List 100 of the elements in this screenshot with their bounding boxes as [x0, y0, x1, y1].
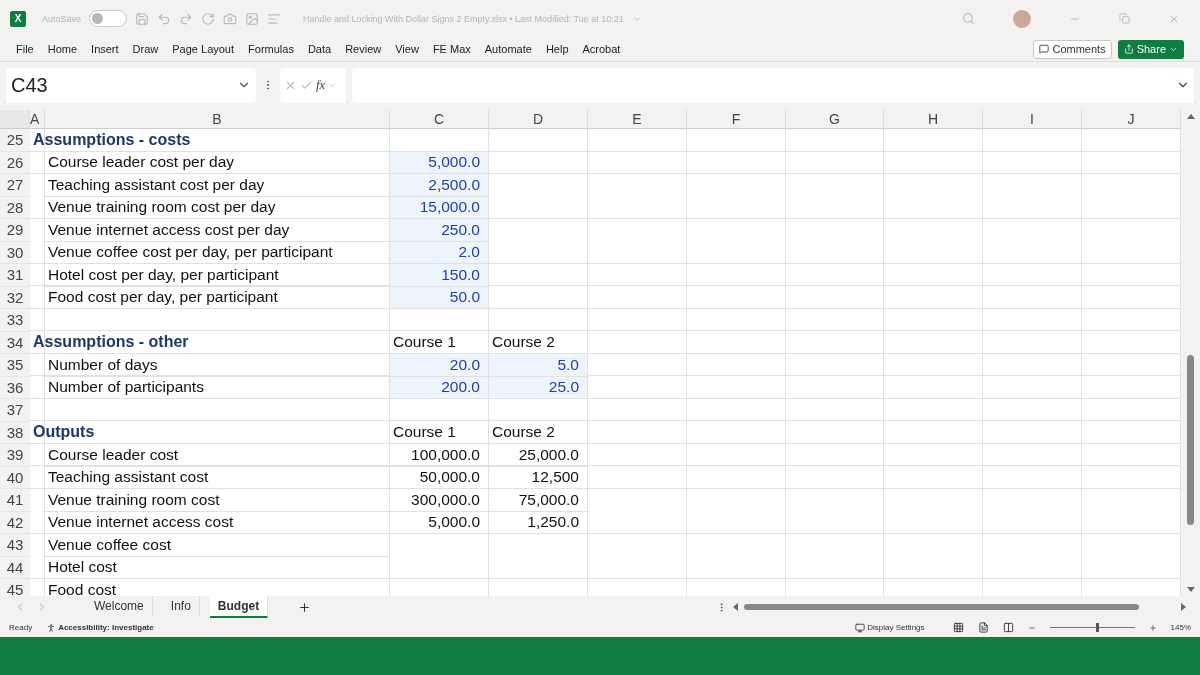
scroll-left-icon[interactable] — [733, 603, 738, 611]
redo-icon[interactable] — [179, 11, 194, 26]
row-header[interactable]: 30 — [0, 241, 30, 264]
row-label: Teaching assistant cost — [45, 466, 390, 489]
refresh-icon[interactable] — [201, 11, 216, 26]
row-header[interactable]: 28 — [0, 196, 30, 219]
comments-button[interactable]: Comments — [1033, 39, 1112, 59]
autosave-toggle[interactable] — [89, 10, 128, 27]
table-cell: 25,000.0 — [489, 444, 588, 467]
row-label: Number of days — [45, 354, 390, 377]
ribbon-tab[interactable]: Acrobat — [582, 43, 621, 55]
row-header[interactable]: 41 — [0, 489, 30, 512]
zoom-in-icon[interactable] — [1148, 623, 1157, 632]
row-header[interactable]: 39 — [0, 444, 30, 467]
ribbon-tab[interactable]: Home — [47, 43, 78, 55]
input-cell: 5,000.0 — [390, 151, 489, 174]
input-cell: 2,500.0 — [390, 174, 489, 197]
page-layout-icon[interactable] — [977, 622, 989, 633]
ribbon-tab[interactable]: Review — [345, 43, 382, 55]
row-header[interactable]: 34 — [0, 331, 30, 354]
row-header[interactable]: 44 — [0, 556, 30, 579]
row-header[interactable]: 37 — [0, 399, 30, 422]
row-header[interactable]: 38 — [0, 421, 30, 444]
input-cell: 150.0 — [390, 264, 489, 287]
page-break-icon[interactable] — [1002, 622, 1014, 633]
sheet-tab[interactable]: Budget — [209, 596, 269, 618]
ribbon-tab[interactable]: FE Max — [432, 43, 471, 55]
row-label: Hotel cost per day, per participant — [45, 264, 390, 287]
ribbon-tab[interactable]: Formulas — [248, 43, 294, 55]
insert-function-button[interactable]: fx — [316, 77, 326, 93]
save-icon[interactable] — [135, 11, 150, 26]
row-header[interactable]: 29 — [0, 219, 30, 242]
vertical-scrollbar[interactable] — [1187, 355, 1194, 525]
input-cell: 50.0 — [390, 286, 489, 309]
input-cell: 15,000.0 — [390, 196, 489, 219]
restore-icon[interactable] — [1119, 13, 1130, 24]
select-all-corner[interactable] — [0, 110, 30, 129]
row-header[interactable]: 35 — [0, 354, 30, 377]
ribbon-tab[interactable]: Help — [545, 43, 569, 55]
ribbon-tab[interactable]: Automate — [484, 43, 532, 55]
camera-icon[interactable] — [223, 11, 238, 26]
share-button[interactable]: Share — [1117, 39, 1184, 59]
row-header[interactable]: 32 — [0, 286, 30, 309]
ribbon-tab[interactable]: File — [16, 43, 34, 55]
row-header[interactable]: 27 — [0, 174, 30, 197]
column-header[interactable]: A — [30, 110, 45, 129]
column-header[interactable]: J — [1082, 110, 1181, 129]
column-header[interactable]: F — [687, 110, 786, 129]
row-header[interactable]: 31 — [0, 264, 30, 287]
formula-field[interactable] — [352, 67, 1194, 103]
zoom-level: 145% — [1170, 623, 1191, 632]
scroll-down-icon[interactable] — [1186, 587, 1195, 592]
column-header[interactable]: B — [45, 110, 390, 129]
undo-icon[interactable] — [157, 11, 172, 26]
comment-icon — [1039, 44, 1050, 54]
normal-view-icon[interactable] — [952, 622, 964, 633]
horizontal-scrollbar[interactable] — [744, 604, 1139, 610]
column-header[interactable]: D — [489, 110, 588, 129]
row-header[interactable]: 42 — [0, 511, 30, 534]
input-cell: 20.0 — [390, 354, 489, 377]
table-cell: 50,000.0 — [390, 466, 489, 489]
column-header[interactable]: G — [786, 110, 884, 129]
ribbon-tab[interactable]: Page Layout — [172, 43, 235, 55]
row-header[interactable]: 45 — [0, 579, 30, 596]
avatar-icon[interactable] — [1013, 9, 1031, 28]
sheet-tab[interactable]: Welcome — [86, 596, 153, 618]
row-header[interactable]: 40 — [0, 466, 30, 489]
column-header[interactable]: I — [983, 110, 1082, 129]
accessibility-icon[interactable] — [46, 622, 57, 633]
row-label: Venue training room cost — [45, 489, 390, 512]
ribbon-tab[interactable]: View — [395, 43, 419, 55]
input-cell: 2.0 — [390, 241, 489, 264]
ribbon-tab[interactable]: Insert — [91, 43, 119, 55]
row-label: Number of participants — [45, 376, 390, 399]
ribbon-tab[interactable]: Draw — [132, 43, 159, 55]
monitor-icon[interactable] — [855, 622, 866, 633]
status-text: Ready — [9, 623, 33, 632]
column-header[interactable]: H — [884, 110, 983, 129]
display-settings-button[interactable]: Display Settings — [867, 623, 925, 632]
row-label: Hotel cost — [45, 556, 390, 579]
sheet-tab[interactable]: Info — [162, 596, 200, 618]
row-header[interactable]: 36 — [0, 376, 30, 399]
column-header[interactable]: E — [588, 110, 687, 129]
scroll-right-icon[interactable] — [1181, 603, 1186, 611]
ribbon-tab[interactable]: Data — [307, 43, 332, 55]
align-icon[interactable] — [267, 11, 282, 26]
row-header[interactable]: 26 — [0, 151, 30, 174]
row-label: Course leader cost per day — [45, 151, 390, 174]
row-header[interactable]: 33 — [0, 309, 30, 332]
row-header[interactable]: 25 — [0, 129, 30, 152]
row-label: Venue internet access cost — [45, 511, 390, 534]
row-label: Venue internet access cost per day — [45, 219, 390, 242]
column-header[interactable]: C — [390, 110, 489, 129]
row-header[interactable]: 43 — [0, 534, 30, 557]
search-icon[interactable] — [962, 12, 975, 25]
accessibility-status[interactable]: Accessibility: Investigate — [58, 623, 154, 632]
name-box[interactable]: C43 — [6, 67, 256, 103]
add-sheet-icon[interactable] — [298, 600, 312, 614]
image-icon[interactable] — [245, 11, 260, 26]
scroll-up-icon[interactable] — [1186, 114, 1195, 119]
